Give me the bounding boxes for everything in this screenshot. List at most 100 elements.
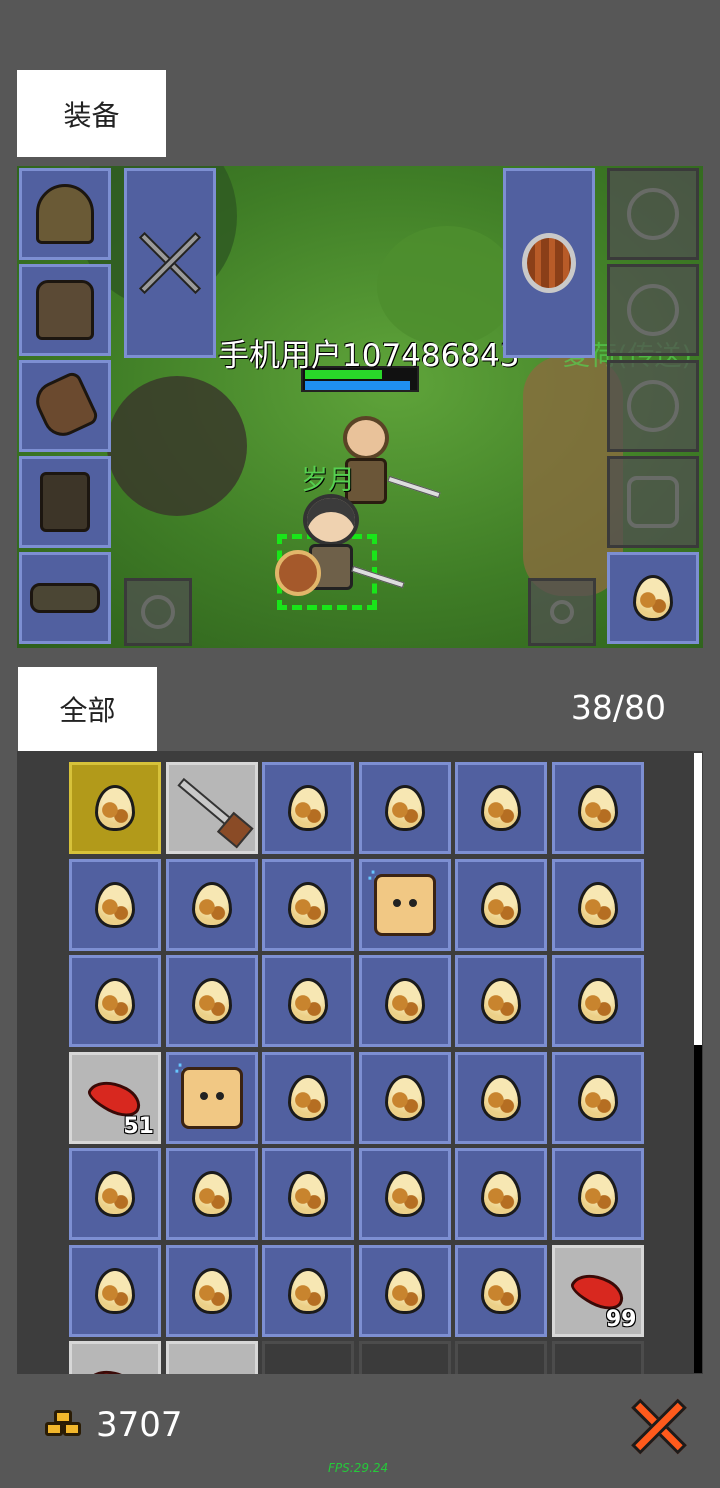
inventory-slot[interactable] [165,955,258,1047]
crossed-swords-icon [130,223,210,303]
equip-slot-pet[interactable] [607,456,699,548]
inventory-slot[interactable] [358,1341,451,1374]
inventory-slot[interactable] [165,1341,258,1374]
egg-icon [481,1074,521,1121]
inventory-count: 38/80 [570,688,666,727]
belt-icon [30,583,100,613]
inventory-slot[interactable] [455,1051,547,1144]
gem-placeholder-icon [550,600,574,624]
inventory-slot[interactable] [262,1341,354,1374]
equip-slot-armor[interactable] [19,264,111,356]
inventory-slot[interactable] [262,1148,354,1240]
equip-slot-helmet[interactable] [19,168,111,260]
inventory-scrollbar-thumb[interactable] [694,753,702,1045]
item-quantity: 99 [605,1306,637,1332]
equip-slot-ring-1[interactable] [607,264,699,356]
equip-slot-ring-2[interactable] [607,360,699,452]
egg-icon [633,575,673,621]
inventory-slot[interactable] [358,1244,451,1337]
inventory-slot[interactable] [69,1148,161,1240]
inventory-slot[interactable]: 99 [551,1244,644,1337]
egg-icon [577,978,618,1024]
inventory-slot[interactable] [551,858,644,951]
equip-slot-weapon[interactable] [124,168,216,358]
player-mp-fill [305,381,410,390]
tab-all-items[interactable]: 全部 [18,667,157,751]
scene-slot-right[interactable] [528,578,596,646]
inventory-slot[interactable] [455,1148,547,1240]
inventory-slot[interactable] [165,762,258,854]
inventory-slot[interactable] [69,858,161,951]
egg-icon [191,1267,232,1314]
inventory-slot[interactable] [455,955,547,1047]
inventory-slot[interactable] [358,1148,451,1240]
inventory-slot[interactable]: 51 [69,1051,161,1144]
inventory-slot[interactable] [69,762,161,854]
inventory-slot[interactable] [262,858,354,951]
amulet-placeholder-icon [627,188,679,240]
egg-icon [288,1074,328,1121]
item-quantity: 51 [123,1113,154,1139]
tab-equipment-label: 装备 [63,98,120,132]
egg-icon [384,1171,425,1217]
inventory-slot[interactable] [551,1051,644,1144]
inventory-slot[interactable] [262,1051,354,1144]
egg-icon [288,785,328,831]
inventory-slot[interactable] [262,762,354,854]
inventory-slot[interactable] [551,1341,644,1374]
egg-icon [95,1171,135,1217]
inventory-slot[interactable] [358,1051,451,1144]
gloves-icon [29,369,101,443]
inventory-slot[interactable] [262,1244,354,1337]
inventory-slot[interactable] [455,858,547,951]
gold-coins-icon [45,1410,85,1442]
tab-equipment[interactable]: 装备 [17,70,166,157]
inventory-grid[interactable]: ∴ 51 ∴ 99 [17,751,703,1374]
egg-icon [577,1171,618,1217]
inventory-slot[interactable] [165,1244,258,1337]
fps-counter: FPS:29.24 [328,1461,389,1475]
egg-icon [191,978,232,1024]
equip-slot-offhand[interactable] [503,168,595,358]
inventory-slot[interactable] [165,1148,258,1240]
inventory-slot[interactable] [262,955,354,1047]
inventory-slot[interactable] [551,762,644,854]
pet-card-icon [373,873,436,936]
inventory-slot[interactable] [455,762,547,854]
npc-name: 岁月 [301,465,355,496]
inventory-slot[interactable] [455,1341,547,1374]
meat-icon [84,1361,146,1374]
inventory-slot[interactable] [69,1244,161,1337]
equip-slot-belt[interactable] [19,552,111,644]
player-shield [275,550,321,596]
scene-slot-left[interactable] [124,578,192,646]
close-x-icon[interactable] [630,1397,688,1455]
inventory-slot[interactable] [358,762,451,854]
inventory-slot[interactable] [551,955,644,1047]
egg-icon [95,881,135,928]
egg-icon [191,1171,232,1217]
gold-amount: 3707 [96,1405,183,1445]
inventory-slot[interactable]: ∴ [358,858,451,951]
inventory-slot[interactable] [69,955,161,1047]
inventory-slot[interactable]: ∴ [165,1051,258,1144]
equip-slot-boots[interactable] [19,456,111,548]
inventory-slot[interactable] [455,1244,547,1337]
egg-icon [288,978,328,1024]
egg-icon [288,1267,328,1314]
equip-slot-gloves[interactable] [19,360,111,452]
pet-card-icon [180,1066,243,1129]
equip-slot-amulet[interactable] [607,168,699,260]
inventory-slot[interactable] [358,955,451,1047]
egg-icon [577,785,618,831]
inventory-slot[interactable] [165,858,258,951]
egg-icon [577,881,618,928]
egg-icon [481,978,521,1024]
inventory-slot[interactable] [551,1148,644,1240]
equip-slot-egg[interactable] [607,552,699,644]
inventory-slot[interactable] [69,1341,161,1374]
ring-placeholder-icon [627,284,679,336]
bush [377,226,517,346]
sword-icon [176,777,247,839]
game-scene: 夏荷(传送) 岁月 手机用户107486843 [17,166,703,648]
